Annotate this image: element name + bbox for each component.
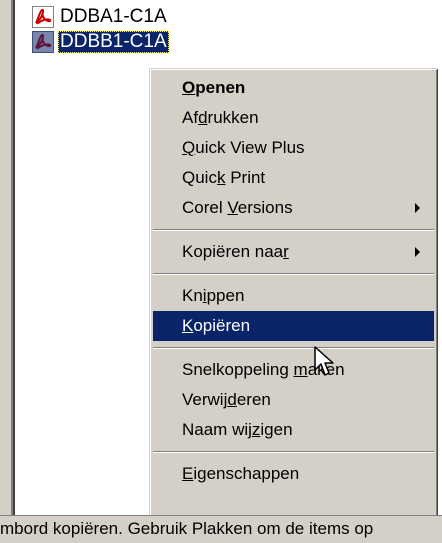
menu-item-label: Kopiëren naar xyxy=(182,242,289,261)
menu-item-corel-versions[interactable]: Corel Versions xyxy=(153,193,434,223)
status-text: mbord kopiëren. Gebruik Plakken om de it… xyxy=(0,519,374,538)
context-menu: Openen Afdrukken Quick View Plus Quick P… xyxy=(149,68,437,528)
pdf-icon xyxy=(32,6,54,28)
menu-item-label: Quick Print xyxy=(182,168,266,187)
menu-item-snelkoppeling-maken[interactable]: Snelkoppeling maken xyxy=(153,355,434,385)
menu-item-quick-print[interactable]: Quick Print xyxy=(153,163,434,193)
menu-item-eigenschappen[interactable]: Eigenschappen xyxy=(153,459,434,489)
menu-item-label: Afdrukken xyxy=(182,108,259,127)
menu-item-quick-view-plus[interactable]: Quick View Plus xyxy=(153,133,434,163)
file-name[interactable]: DDBA1-C1A xyxy=(58,6,169,28)
menu-separator xyxy=(153,273,434,275)
submenu-arrow-icon xyxy=(415,247,420,257)
menu-item-kopieren-naar[interactable]: Kopiëren naar xyxy=(153,237,434,267)
submenu-arrow-icon xyxy=(415,203,420,213)
file-item-ddbb1[interactable]: DDBB1-C1A xyxy=(32,30,169,54)
menu-item-label: Naam wijzigen xyxy=(182,420,293,439)
menu-item-label: Quick View Plus xyxy=(182,138,305,157)
menu-item-label: Kopiëren xyxy=(182,316,251,335)
menu-item-verwijderen[interactable]: Verwijderen xyxy=(153,385,434,415)
pane-border xyxy=(13,0,15,515)
menu-item-label: Knippen xyxy=(182,286,245,305)
menu-item-knippen[interactable]: Knippen xyxy=(153,281,434,311)
menu-separator xyxy=(153,229,434,231)
file-item-ddba1[interactable]: DDBA1-C1A xyxy=(32,5,169,29)
menu-item-afdrukken[interactable]: Afdrukken xyxy=(153,103,434,133)
status-bar: mbord kopiëren. Gebruik Plakken om de it… xyxy=(0,515,442,543)
menu-separator xyxy=(153,451,434,453)
menu-item-label: Corel Versions xyxy=(182,198,293,217)
menu-item-kopieren[interactable]: Kopiëren xyxy=(153,311,434,341)
pdf-icon xyxy=(32,31,54,53)
menu-item-label: Verwijderen xyxy=(182,390,271,409)
menu-separator xyxy=(153,347,434,349)
menu-item-label: Eigenschappen xyxy=(182,464,300,483)
menu-item-naam-wijzigen[interactable]: Naam wijzigen xyxy=(153,415,434,445)
menu-item-label: Openen xyxy=(182,78,246,97)
file-name[interactable]: DDBB1-C1A xyxy=(58,31,169,53)
menu-item-openen[interactable]: Openen xyxy=(153,73,434,103)
mouse-pointer-icon xyxy=(314,346,334,376)
